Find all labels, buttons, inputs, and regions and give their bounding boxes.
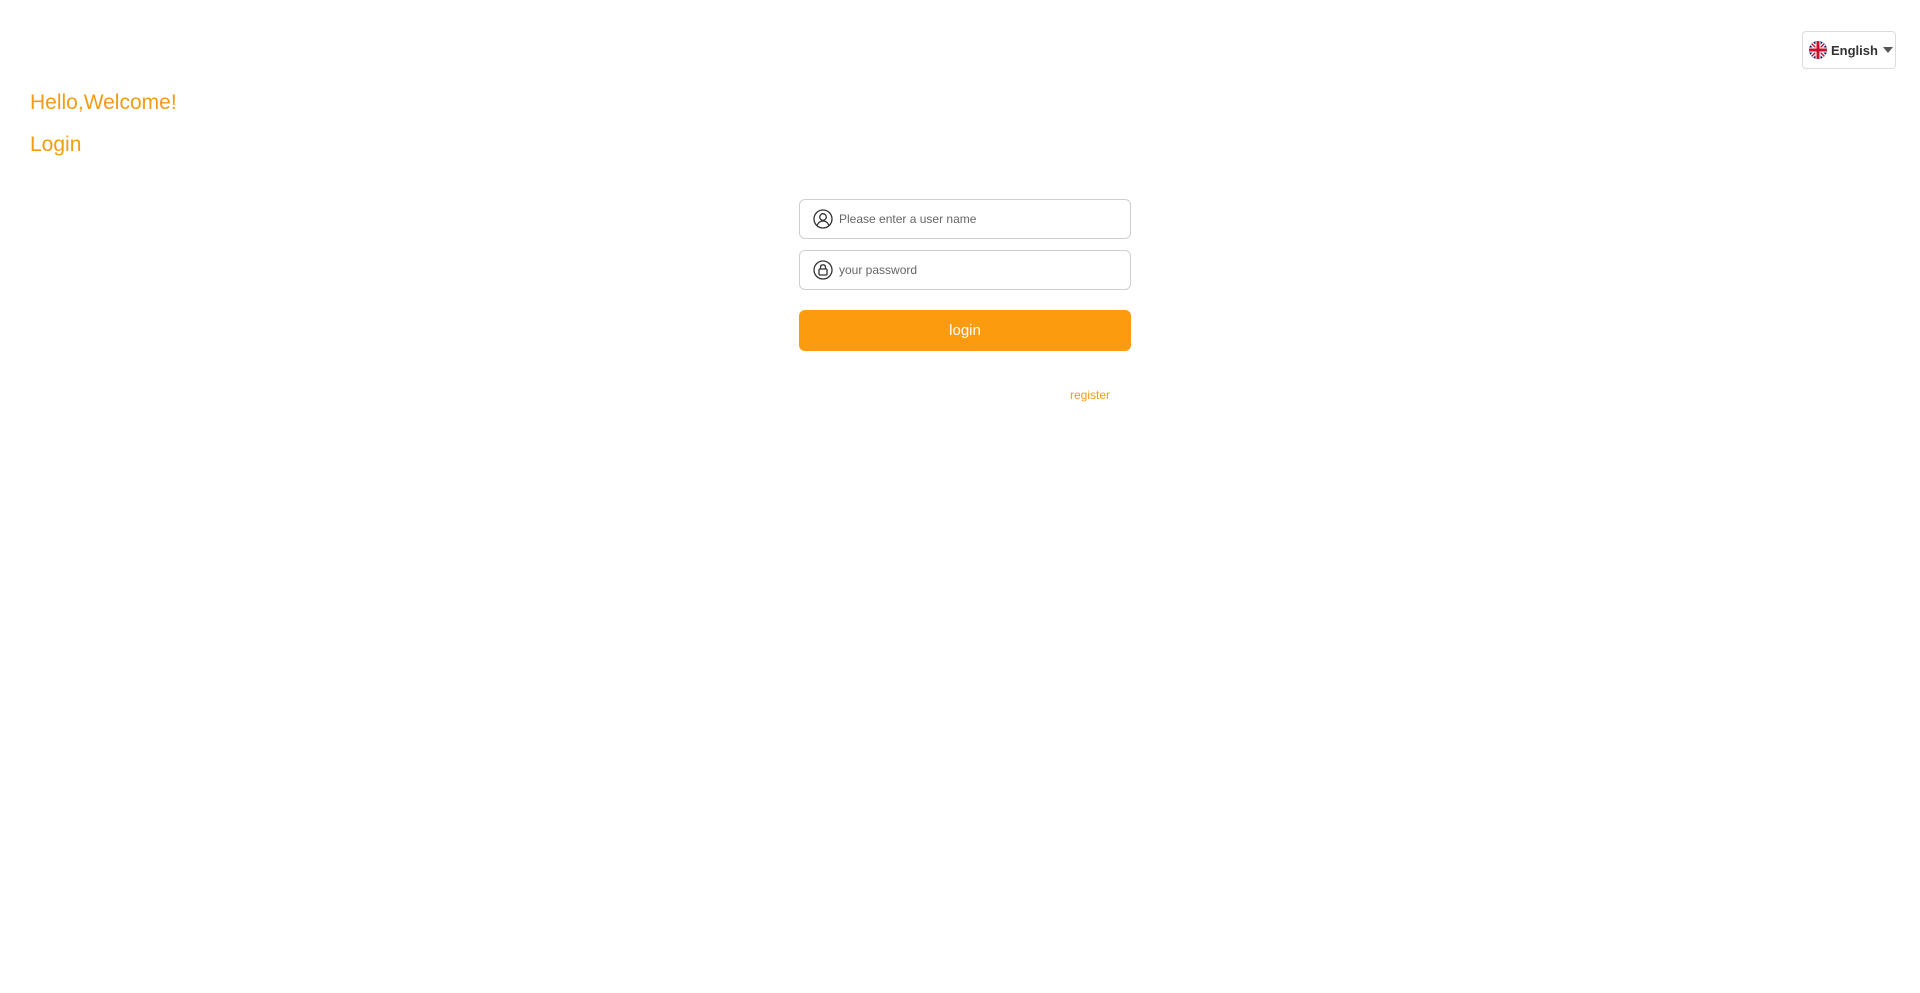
page-title: Login xyxy=(30,133,82,156)
login-button[interactable]: login xyxy=(799,310,1131,351)
login-page: English Hello,Welcome! Login Please ente… xyxy=(0,0,1920,993)
user-icon xyxy=(812,208,834,230)
register-link[interactable]: register xyxy=(1070,388,1110,402)
password-field[interactable] xyxy=(799,250,1131,290)
password-input[interactable] xyxy=(839,255,1109,285)
greeting-text: Hello,Welcome! xyxy=(30,91,177,114)
username-input[interactable] xyxy=(839,204,1109,234)
uk-flag-icon xyxy=(1809,41,1827,59)
caret-down-icon xyxy=(1882,47,1893,53)
lock-icon xyxy=(812,259,834,281)
language-selector[interactable]: English xyxy=(1802,31,1896,69)
username-field[interactable] xyxy=(799,199,1131,239)
login-form: login xyxy=(799,199,1131,351)
language-label: English xyxy=(1831,42,1878,58)
